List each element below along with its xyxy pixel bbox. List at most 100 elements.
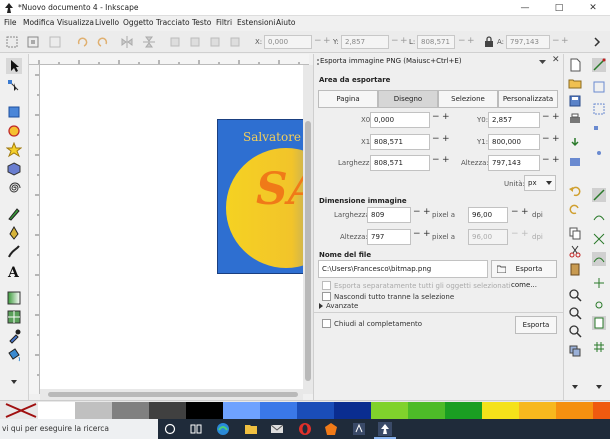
width-decrement-button[interactable]: −	[458, 36, 466, 46]
snap-page-icon[interactable]	[592, 316, 606, 330]
text-tool-icon[interactable]: A	[6, 263, 22, 279]
node-tool-icon[interactable]	[6, 78, 22, 94]
spiral-tool-icon[interactable]	[6, 180, 22, 196]
width-field[interactable]: 808,571	[417, 35, 455, 49]
deselect-icon[interactable]	[48, 35, 62, 49]
commands-scroll-down-icon[interactable]	[568, 380, 582, 394]
duplicate-icon[interactable]	[568, 344, 582, 358]
x1-field[interactable]: 808,571	[370, 134, 430, 150]
select-all-layers-icon[interactable]	[26, 35, 40, 49]
select-all-icon[interactable]	[5, 35, 19, 49]
vertical-scrollbar[interactable]	[303, 65, 313, 394]
palette-swatch[interactable]	[519, 402, 556, 419]
palette-swatch[interactable]	[186, 402, 223, 419]
img-width-increment-button[interactable]: +	[423, 207, 431, 217]
export-icon[interactable]	[568, 154, 582, 168]
more-options-icon[interactable]	[590, 35, 604, 49]
drawing-canvas[interactable]: Salvatore Ar SA	[40, 65, 303, 389]
palette-swatch[interactable]	[260, 402, 297, 419]
canvas-initials-text[interactable]: SA	[256, 164, 303, 215]
close-when-done-checkbox[interactable]	[322, 319, 331, 328]
img-width-field[interactable]: 809	[367, 207, 411, 223]
menu-modifica[interactable]: Modifica	[23, 18, 54, 27]
panel-menu-icon[interactable]	[538, 57, 547, 66]
y-decrement-button[interactable]: −	[391, 36, 399, 46]
open-icon[interactable]	[568, 76, 582, 90]
rectangle-tool-icon[interactable]	[6, 104, 22, 120]
3d-box-tool-icon[interactable]	[6, 161, 22, 177]
new-document-icon[interactable]	[568, 58, 582, 72]
area-width-decrement-button[interactable]: −	[432, 155, 440, 165]
snap-nodes-icon[interactable]	[592, 188, 606, 202]
dropper-tool-icon[interactable]	[6, 328, 22, 344]
menu-livello[interactable]: Livello	[95, 18, 119, 27]
area-width-increment-button[interactable]: +	[442, 155, 450, 165]
file-explorer-icon[interactable]	[244, 422, 258, 436]
flip-vertical-icon[interactable]	[142, 35, 156, 49]
edge-browser-icon[interactable]	[216, 422, 230, 436]
tab-selezione[interactable]: Selezione	[438, 90, 498, 108]
gradient-tool-icon[interactable]	[6, 290, 22, 306]
palette-swatch[interactable]	[371, 402, 408, 419]
raise-icon[interactable]	[188, 35, 202, 49]
snap-paths-icon[interactable]	[592, 210, 606, 224]
pen-tool-icon[interactable]	[6, 225, 22, 241]
x0-increment-button[interactable]: +	[442, 112, 450, 122]
import-icon[interactable]	[568, 136, 582, 150]
hide-all-checkbox[interactable]	[322, 292, 331, 301]
img-width-decrement-button[interactable]: −	[413, 207, 421, 217]
taskbar-search-box[interactable]: vi qui per eseguire la ricerca	[0, 419, 158, 439]
area-height-increment-button[interactable]: +	[552, 155, 560, 165]
lower-icon[interactable]	[208, 35, 222, 49]
toolbox-scroll-down-icon[interactable]	[6, 374, 22, 390]
minimize-button[interactable]: —	[508, 0, 542, 16]
horizontal-scrollbar[interactable]	[40, 389, 303, 400]
palette-swatch[interactable]	[149, 402, 186, 419]
y1-field[interactable]: 800,000	[488, 134, 540, 150]
pdf-app-icon[interactable]	[352, 422, 366, 436]
tab-disegno[interactable]: Disegno	[378, 90, 438, 108]
snap-bbox-icon[interactable]	[592, 80, 606, 94]
x0-field[interactable]: 0,000	[370, 112, 430, 128]
snap-grid-icon[interactable]	[592, 340, 606, 354]
snap-toggle-icon[interactable]	[592, 58, 606, 72]
palette-swatch[interactable]	[334, 402, 371, 419]
palette-swatch[interactable]	[75, 402, 112, 419]
height-decrement-button[interactable]: −	[552, 36, 560, 46]
img-height-increment-button[interactable]: +	[423, 229, 431, 239]
height-increment-button[interactable]: +	[561, 36, 569, 46]
maximize-button[interactable]: □	[542, 0, 576, 16]
undo-icon[interactable]	[568, 184, 582, 198]
palette-swatch[interactable]	[408, 402, 445, 419]
tab-personalizzata[interactable]: Personalizzata	[498, 90, 558, 108]
area-width-field[interactable]: 808,571	[370, 155, 430, 171]
task-view-icon[interactable]	[164, 423, 176, 435]
mesh-tool-icon[interactable]	[6, 309, 22, 325]
x-field[interactable]: 0,000	[264, 35, 312, 49]
x-increment-button[interactable]: +	[323, 36, 331, 46]
canvas-heading-text[interactable]: Salvatore Ar	[243, 130, 303, 144]
export-as-button[interactable]: Esporta come...	[491, 260, 557, 289]
mail-app-icon[interactable]	[270, 422, 284, 436]
ellipse-tool-icon[interactable]	[6, 123, 22, 139]
y0-increment-button[interactable]: +	[552, 112, 560, 122]
dpi-field[interactable]: 96,00	[468, 207, 508, 223]
zoom-page-icon[interactable]	[568, 324, 582, 338]
snap-intersections-icon[interactable]	[592, 232, 606, 246]
dpi-decrement-button[interactable]: −	[511, 207, 519, 217]
redo-icon[interactable]	[568, 202, 582, 216]
menu-testo[interactable]: Testo	[192, 18, 211, 27]
menu-estensioni[interactable]: Estensioni	[237, 18, 275, 27]
orange-app-icon[interactable]	[324, 422, 338, 436]
zoom-selection-icon[interactable]	[568, 288, 582, 302]
rotate-cw-icon[interactable]	[96, 35, 110, 49]
palette-swatch[interactable]	[445, 402, 482, 419]
palette-swatch[interactable]	[593, 402, 610, 419]
x-decrement-button[interactable]: −	[314, 36, 322, 46]
calligraphy-tool-icon[interactable]	[6, 244, 22, 260]
snap-center-icon[interactable]	[592, 276, 606, 290]
area-height-decrement-button[interactable]: −	[542, 155, 550, 165]
y0-decrement-button[interactable]: −	[542, 112, 550, 122]
x0-decrement-button[interactable]: −	[432, 112, 440, 122]
snap-midpoint-icon[interactable]	[592, 146, 606, 160]
